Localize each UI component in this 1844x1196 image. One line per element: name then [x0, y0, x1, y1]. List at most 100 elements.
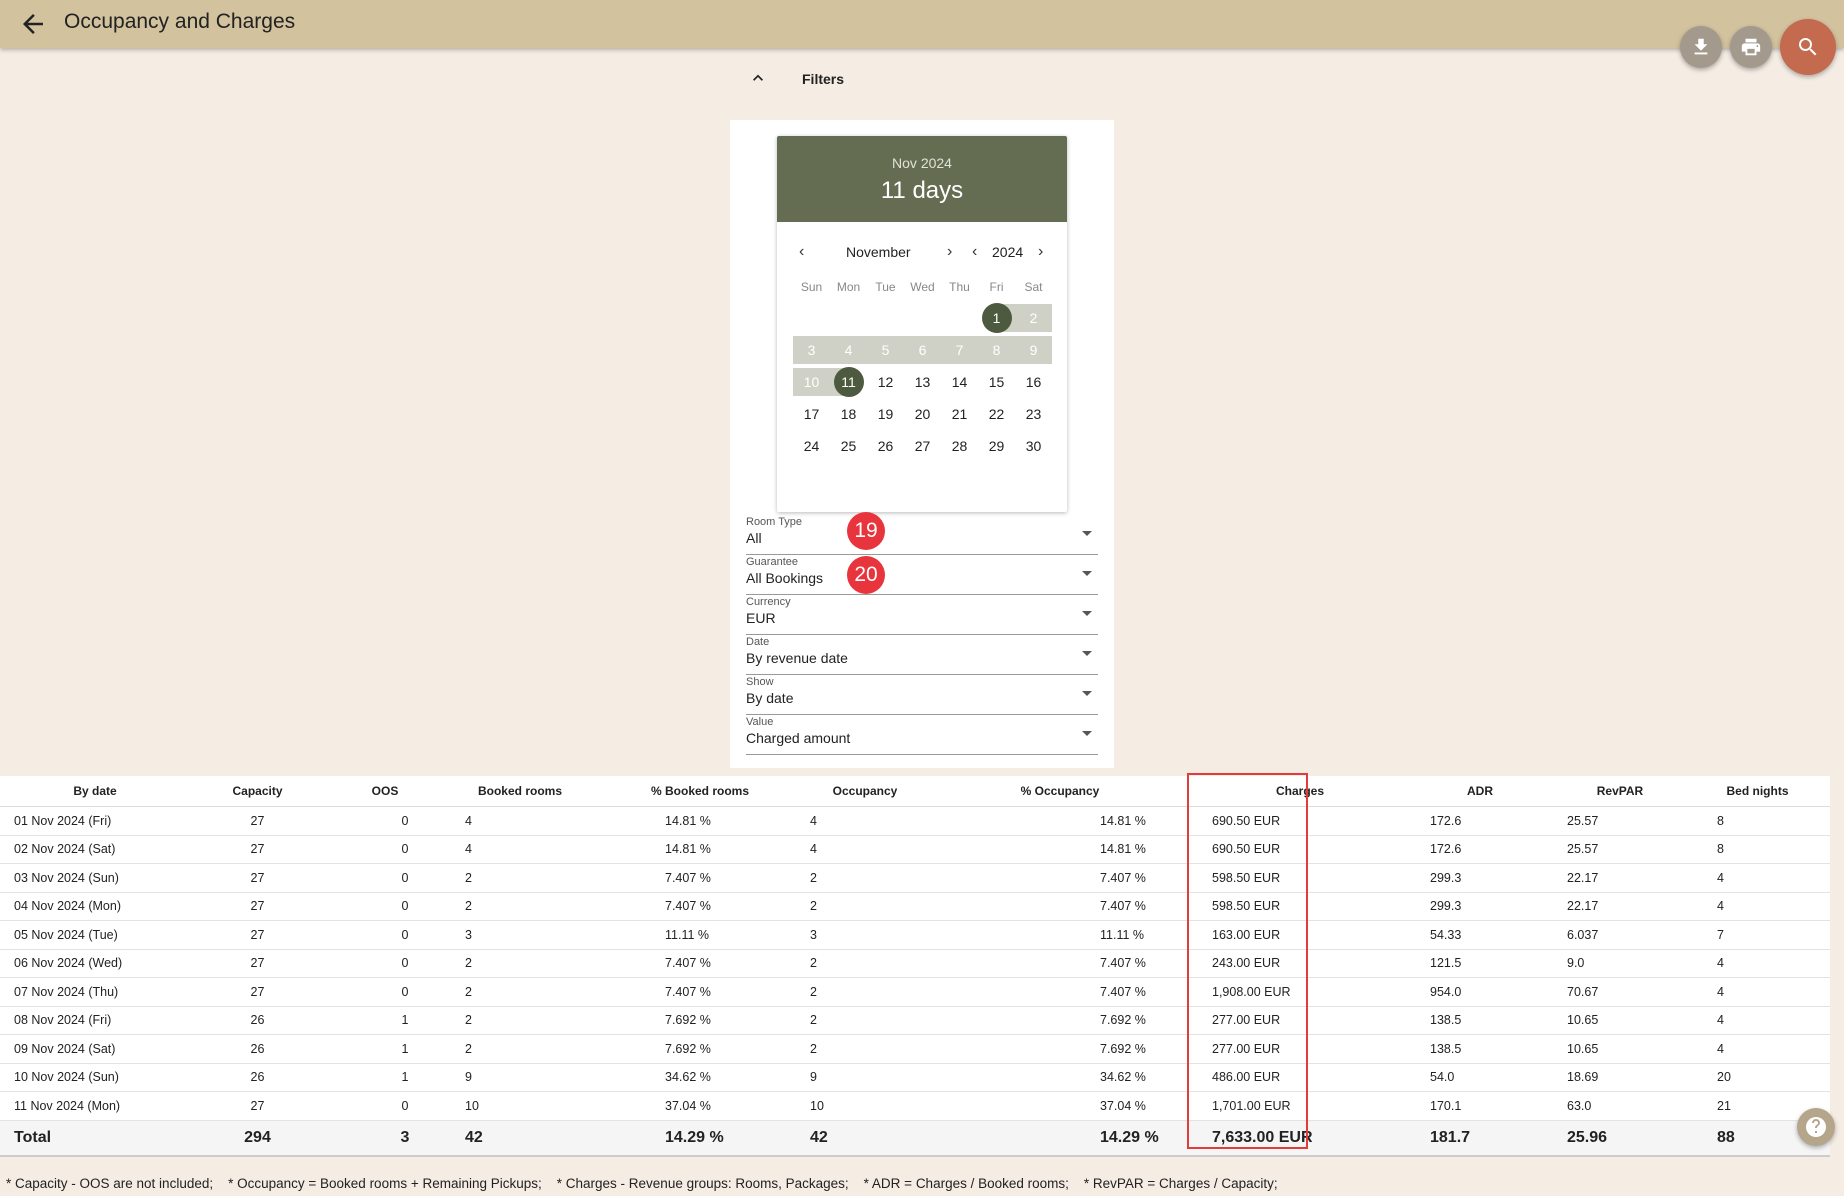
- table-cell: 7.407 %: [595, 863, 805, 893]
- table-cell: 01 Nov 2024 (Fri): [0, 806, 190, 836]
- calendar-day-14[interactable]: 14: [941, 368, 978, 396]
- calendar-day-16[interactable]: 16: [1015, 368, 1052, 396]
- calendar-day-25[interactable]: 25: [830, 432, 867, 460]
- date-range-calendar: Nov 2024 11 days ‹ November › ‹ 2024 › S…: [777, 136, 1067, 512]
- help-button[interactable]: [1797, 1108, 1835, 1146]
- calendar-day-10[interactable]: 10: [793, 368, 830, 396]
- column-header[interactable]: Capacity: [190, 776, 325, 807]
- calendar-day-1[interactable]: 1: [978, 303, 1015, 333]
- table-row[interactable]: 08 Nov 2024 (Fri) 26 1 2 7.692 % 2 7.692 % 277.…: [0, 1006, 1830, 1035]
- table-cell: 27: [190, 806, 325, 836]
- guarantee-select[interactable]: Guarantee All Bookings: [746, 556, 1098, 595]
- calendar-day-2[interactable]: 2: [1015, 304, 1052, 332]
- weekday-label: Mon: [836, 280, 861, 294]
- table-cell: 1: [325, 1063, 445, 1092]
- column-header[interactable]: Bed nights: [1685, 776, 1830, 807]
- next-year-button[interactable]: ›: [1038, 243, 1043, 261]
- download-button[interactable]: [1680, 26, 1722, 68]
- currency-select[interactable]: Currency EUR: [746, 596, 1098, 635]
- calendar-week: 24 25 26 27 28 29 30: [793, 430, 1052, 462]
- total-cell: 14.29 %: [595, 1120, 805, 1157]
- table-row[interactable]: 04 Nov 2024 (Mon) 27 0 2 7.407 % 2 7.407 % 598.…: [0, 892, 1830, 921]
- table-row[interactable]: 10 Nov 2024 (Sun) 26 1 9 34.62 % 9 34.62 % 486.…: [0, 1063, 1830, 1092]
- calendar-day-17[interactable]: 17: [793, 400, 830, 428]
- calendar-day-27[interactable]: 27: [904, 432, 941, 460]
- calendar-day-12[interactable]: 12: [867, 368, 904, 396]
- calendar-day-23[interactable]: 23: [1015, 400, 1052, 428]
- column-header[interactable]: ADR: [1405, 776, 1555, 807]
- show-select[interactable]: Show By date: [746, 676, 1098, 715]
- column-header[interactable]: By date: [0, 776, 190, 807]
- calendar-week: 3456789: [793, 334, 1052, 366]
- month-label[interactable]: November: [846, 244, 911, 260]
- table-row[interactable]: 06 Nov 2024 (Wed) 27 0 2 7.407 % 2 7.407 % 243.…: [0, 949, 1830, 978]
- prev-month-button[interactable]: ‹: [799, 243, 804, 261]
- column-header[interactable]: OOS: [325, 776, 445, 807]
- calendar-day-4[interactable]: 4: [830, 336, 867, 364]
- field-label: Value: [746, 716, 774, 728]
- calendar-day-26[interactable]: 26: [867, 432, 904, 460]
- calendar-day-21[interactable]: 21: [941, 400, 978, 428]
- column-header[interactable]: RevPAR: [1555, 776, 1685, 807]
- calendar-day-18[interactable]: 18: [830, 400, 867, 428]
- print-button[interactable]: [1730, 26, 1772, 68]
- next-month-button[interactable]: ›: [947, 243, 952, 261]
- calendar-day-19[interactable]: 19: [867, 400, 904, 428]
- table-cell: 7.407 %: [595, 977, 805, 1007]
- table-row[interactable]: 02 Nov 2024 (Sat) 27 0 4 14.81 % 4 14.81 % 690.…: [0, 835, 1830, 864]
- field-label: Date: [746, 636, 770, 648]
- calendar-day-20[interactable]: 20: [904, 400, 941, 428]
- table-cell: 2: [445, 1006, 595, 1035]
- table-row[interactable]: 09 Nov 2024 (Sat) 26 1 2 7.692 % 2 7.692 % 277.…: [0, 1034, 1830, 1064]
- column-header[interactable]: Booked rooms: [445, 776, 595, 807]
- table-cell: 0: [325, 1091, 445, 1121]
- table-cell: 2: [805, 892, 925, 921]
- table-cell: 27: [190, 1091, 325, 1121]
- column-header[interactable]: Charges: [1195, 776, 1405, 807]
- calendar-day-29[interactable]: 29: [978, 432, 1015, 460]
- table-cell: 7.407 %: [595, 949, 805, 978]
- calendar-navigation: ‹ November › ‹ 2024 ›: [777, 222, 1067, 262]
- arrow-back-icon: [23, 14, 43, 34]
- calendar-day-8[interactable]: 8: [978, 336, 1015, 364]
- table-cell: 14.81 %: [925, 806, 1195, 836]
- table-cell: 2: [445, 949, 595, 978]
- calendar-day-22[interactable]: 22: [978, 400, 1015, 428]
- total-cell: 14.29 %: [925, 1120, 1195, 1157]
- calendar-day-11[interactable]: 11: [830, 367, 867, 397]
- calendar-day-5[interactable]: 5: [867, 336, 904, 364]
- table-row[interactable]: 01 Nov 2024 (Fri) 27 0 4 14.81 % 4 14.81 % 690.…: [0, 806, 1830, 836]
- calendar-day-9[interactable]: 9: [1015, 336, 1052, 364]
- calendar-day-7[interactable]: 7: [941, 336, 978, 364]
- prev-year-button[interactable]: ‹: [972, 243, 977, 261]
- search-button[interactable]: [1780, 19, 1836, 75]
- table-cell: 2: [445, 977, 595, 1007]
- calendar-day-28[interactable]: 28: [941, 432, 978, 460]
- date-select[interactable]: Date By revenue date: [746, 636, 1098, 675]
- year-label[interactable]: 2024: [992, 244, 1023, 260]
- table-row[interactable]: 07 Nov 2024 (Thu) 27 0 2 7.407 % 2 7.407 % 1,90…: [0, 977, 1830, 1007]
- value-select[interactable]: Value Charged amount: [746, 716, 1098, 755]
- filters-toggle-button[interactable]: [748, 68, 768, 88]
- calendar-day-3[interactable]: 3: [793, 336, 830, 364]
- calendar-week: 17 18 19 20 21 22 23: [793, 398, 1052, 430]
- calendar-day-13[interactable]: 13: [904, 368, 941, 396]
- calendar-day-24[interactable]: 24: [793, 432, 830, 460]
- column-header[interactable]: % Occupancy: [925, 776, 1195, 807]
- back-button[interactable]: [18, 9, 48, 39]
- table-cell: 2: [445, 863, 595, 893]
- calendar-day-15[interactable]: 15: [978, 368, 1015, 396]
- dropdown-arrow-icon: [1082, 731, 1092, 736]
- weekday-label: Tue: [875, 280, 896, 294]
- column-header[interactable]: % Booked rooms: [595, 776, 805, 807]
- calendar-day-30[interactable]: 30: [1015, 432, 1052, 460]
- calendar-day-6[interactable]: 6: [904, 336, 941, 364]
- table-row[interactable]: 05 Nov 2024 (Tue) 27 0 3 11.11 % 3 11.11 % 163.…: [0, 920, 1830, 950]
- app-header: Occupancy and Charges: [0, 0, 1844, 48]
- table-row[interactable]: 11 Nov 2024 (Mon) 27 0 10 37.04 % 10 37.04 % 1,…: [0, 1091, 1830, 1121]
- room-type-select[interactable]: Room Type All: [746, 516, 1098, 555]
- column-header[interactable]: Occupancy: [805, 776, 925, 807]
- table-cell: 27: [190, 863, 325, 893]
- table-cell: 7.407 %: [595, 892, 805, 921]
- table-row[interactable]: 03 Nov 2024 (Sun) 27 0 2 7.407 % 2 7.407 % 598.…: [0, 863, 1830, 893]
